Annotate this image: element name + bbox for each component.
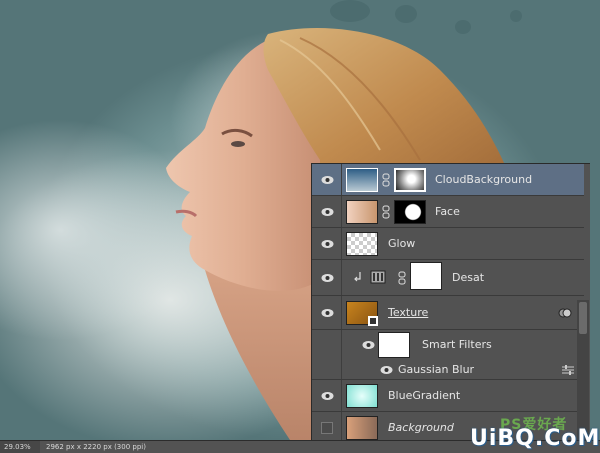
eye-icon	[321, 175, 334, 184]
hue-saturation-adjustment-icon	[370, 270, 386, 284]
visibility-toggle[interactable]	[312, 196, 342, 227]
layer-name[interactable]: BlueGradient	[388, 380, 460, 412]
layer-row-cloudbackground[interactable]: CloudBackground	[312, 164, 584, 196]
layer-row-smart-filters[interactable]: Smart Filters	[312, 330, 584, 360]
eye-icon[interactable]	[362, 340, 375, 350]
visibility-toggle[interactable]	[312, 164, 342, 195]
layer-name[interactable]: Face	[435, 196, 460, 228]
layer-name[interactable]: Smart Filters	[422, 330, 492, 360]
layer-mask-thumbnail[interactable]	[394, 168, 426, 192]
visibility-toggle[interactable]	[312, 228, 342, 259]
eye-icon[interactable]	[380, 365, 393, 375]
layer-row-face[interactable]: Face	[312, 196, 584, 228]
visibility-gutter	[312, 360, 342, 379]
link-icon[interactable]	[398, 271, 406, 285]
visibility-toggle[interactable]	[312, 296, 342, 329]
layer-row-glow[interactable]: Glow	[312, 228, 584, 260]
layer-thumbnail[interactable]	[346, 416, 378, 440]
eye-icon	[321, 207, 334, 216]
hidden-checkbox[interactable]	[321, 422, 333, 434]
layer-name[interactable]: CloudBackground	[435, 164, 532, 196]
eye-icon	[321, 239, 334, 248]
layers-scrollbar[interactable]	[577, 300, 589, 440]
layer-row-bluegradient[interactable]: BlueGradient	[312, 380, 584, 412]
visibility-toggle[interactable]	[312, 380, 342, 411]
scrollbar-thumb[interactable]	[579, 302, 587, 334]
smart-filter-mask-thumbnail[interactable]	[378, 332, 410, 358]
layer-thumbnail[interactable]	[346, 384, 378, 408]
layer-name[interactable]: Texture	[388, 296, 428, 328]
visibility-toggle[interactable]	[312, 260, 342, 295]
layer-thumbnail[interactable]	[346, 168, 378, 192]
clip-arrow-icon	[354, 272, 361, 282]
status-bar: 29.03% 2962 px x 2220 px (300 ppi)	[0, 440, 600, 453]
eye-icon	[321, 391, 334, 400]
layers-panel: CloudBackground Face Glow Desat Texture …	[311, 163, 590, 444]
layer-mask-thumbnail[interactable]	[394, 200, 426, 224]
zoom-level[interactable]: 29.03%	[0, 441, 40, 453]
smart-object-icon	[368, 316, 378, 326]
eye-icon	[321, 308, 334, 317]
layer-thumbnail[interactable]	[346, 232, 378, 256]
layer-name[interactable]: Desat	[452, 260, 484, 292]
link-icon[interactable]	[382, 173, 390, 187]
document-info[interactable]: 2962 px x 2220 px (300 ppi)	[46, 441, 146, 453]
layer-row-gaussian-blur[interactable]: Gaussian Blur	[312, 360, 584, 380]
layer-name[interactable]: Gaussian Blur	[398, 360, 474, 380]
layer-mask-thumbnail[interactable]	[410, 262, 442, 290]
layer-row-texture[interactable]: Texture	[312, 296, 584, 330]
eye-icon	[321, 273, 334, 282]
visibility-gutter	[312, 330, 342, 360]
layer-row-desat[interactable]: Desat	[312, 260, 584, 296]
blending-options-icon[interactable]	[562, 365, 574, 375]
layer-name[interactable]: Glow	[388, 228, 415, 260]
filter-options-icon[interactable]	[558, 306, 572, 320]
link-icon[interactable]	[382, 205, 390, 219]
layer-thumbnail[interactable]	[346, 200, 378, 224]
